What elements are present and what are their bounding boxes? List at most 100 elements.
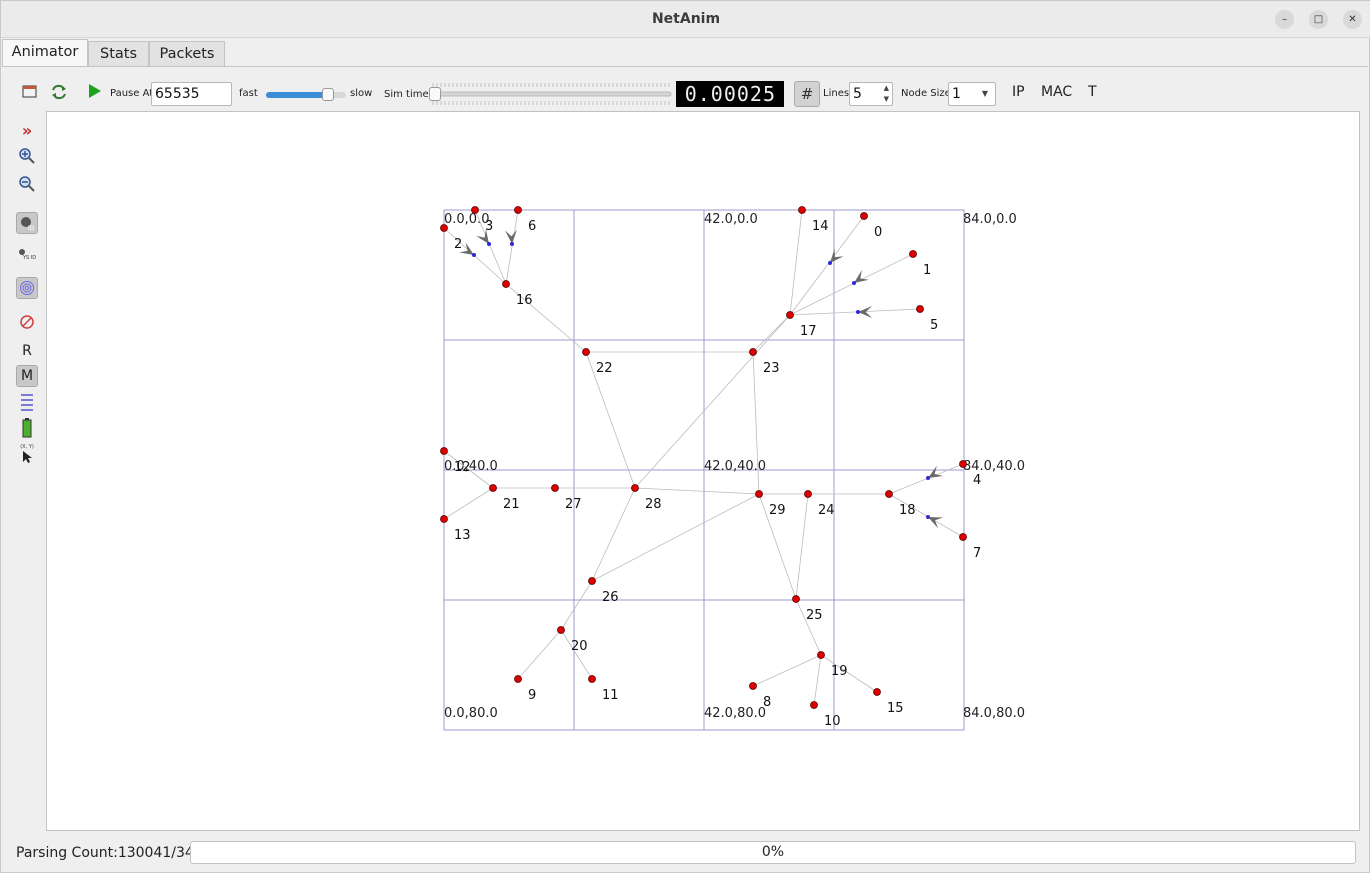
wireless-circles-icon[interactable] xyxy=(16,277,38,299)
packet-filter-icon[interactable] xyxy=(16,391,38,413)
link-line xyxy=(505,209,519,285)
node-id-toggle-icon[interactable]: ID xyxy=(16,212,38,234)
maximize-icon[interactable]: □ xyxy=(1309,10,1328,29)
node-dot xyxy=(582,348,590,356)
node-dot xyxy=(860,212,868,220)
link-line xyxy=(634,487,760,495)
tab-animator[interactable]: Animator xyxy=(2,39,88,67)
zoom-out-icon[interactable] xyxy=(16,173,38,195)
node-size-value: 1 xyxy=(952,86,961,102)
pause-at-input[interactable]: 65535 xyxy=(151,82,232,106)
progress-text: 0% xyxy=(761,844,785,860)
left-toolbar: » ID YS ID R M (X, Y) xyxy=(2,119,46,839)
link-line xyxy=(795,493,809,600)
node-label: 0 xyxy=(874,225,882,240)
link-line xyxy=(591,493,760,582)
node-label: 11 xyxy=(602,688,619,703)
grid-coordinate-label: 84.0,40.0 xyxy=(963,459,1025,474)
no-entry-icon[interactable] xyxy=(16,311,38,333)
mac-button[interactable]: MAC xyxy=(1041,84,1072,100)
ip-button[interactable]: IP xyxy=(1012,84,1025,100)
node-label: 8 xyxy=(763,695,771,710)
packet-dot xyxy=(472,253,476,257)
node-dot xyxy=(514,675,522,683)
node-label: 5 xyxy=(930,318,938,333)
node-label: 19 xyxy=(831,664,848,679)
link-line xyxy=(888,463,964,495)
grid-icon: # xyxy=(800,85,814,103)
node-dot xyxy=(959,460,967,468)
title-bar: NetAnim – □ ✕ xyxy=(1,1,1370,38)
node-label: 16 xyxy=(516,293,533,308)
link-line xyxy=(813,654,822,706)
node-dot xyxy=(588,675,596,683)
node-dot xyxy=(804,490,812,498)
system-id-icon[interactable]: YS ID xyxy=(16,243,38,265)
grid-coordinate-label: 84.0,80.0 xyxy=(963,706,1025,721)
mouse-position-icon[interactable]: (X, Y) xyxy=(16,443,38,465)
node-label: 2 xyxy=(454,237,462,252)
animation-canvas[interactable]: 0.0,0.0 42.0,0.0 84.0,0.0 0.0,40.0 42.0,40.0… xyxy=(46,111,1360,831)
expand-toolbar-icon[interactable]: » xyxy=(16,119,38,141)
node-dot xyxy=(909,250,917,258)
battery-icon[interactable] xyxy=(16,417,38,439)
node-label: 12 xyxy=(454,460,471,475)
parsing-progress-bar: 0% xyxy=(190,841,1356,864)
grid-toggle-button[interactable]: # xyxy=(794,81,820,107)
node-dot xyxy=(514,206,522,214)
node-dot xyxy=(916,305,924,313)
node-dot xyxy=(502,280,510,288)
node-size-select[interactable]: 1 ▼ xyxy=(948,82,996,106)
lines-spinbox[interactable]: 5 ▲ ▼ xyxy=(849,82,893,106)
node-label: 23 xyxy=(763,361,780,376)
status-bar: Parsing Count:130041/34 0% xyxy=(2,839,1368,869)
sim-time-handle[interactable] xyxy=(429,87,441,101)
open-file-icon[interactable] xyxy=(22,84,38,98)
tab-packets[interactable]: Packets xyxy=(149,41,225,67)
sim-time-label: Sim time xyxy=(384,89,429,100)
packet-dot xyxy=(828,261,832,265)
spin-arrows-icon[interactable]: ▲ ▼ xyxy=(884,83,889,105)
node-label: 27 xyxy=(565,497,582,512)
speed-slider-handle[interactable] xyxy=(322,88,335,101)
node-label: 17 xyxy=(800,324,817,339)
tab-stats[interactable]: Stats xyxy=(88,41,149,67)
play-icon[interactable] xyxy=(88,84,102,98)
speed-slider[interactable] xyxy=(266,88,346,101)
sim-time-slider[interactable] xyxy=(429,82,674,106)
m-button[interactable]: M xyxy=(16,365,38,387)
packet-arrow-icon xyxy=(928,517,944,529)
packet-arrow-icon xyxy=(858,306,872,318)
packet-dot xyxy=(487,242,491,246)
node-label: 18 xyxy=(899,503,916,518)
node-label: 4 xyxy=(973,473,981,488)
node-dot xyxy=(551,484,559,492)
fast-label: fast xyxy=(239,88,258,99)
t-button[interactable]: T xyxy=(1088,84,1097,100)
node-dot xyxy=(440,447,448,455)
tab-bar: Animator Stats Packets xyxy=(1,39,1370,67)
lines-value: 5 xyxy=(853,86,862,102)
node-dot xyxy=(798,206,806,214)
node-dot xyxy=(557,626,565,634)
reload-icon[interactable] xyxy=(50,83,68,101)
node-dot xyxy=(792,595,800,603)
packet-arrow-icon xyxy=(854,269,869,283)
grid-coordinate-label: 42.0,0.0 xyxy=(704,212,758,227)
node-dot xyxy=(588,577,596,585)
node-label: 29 xyxy=(769,503,786,518)
sim-time-display: 0.00025 xyxy=(676,81,784,107)
node-label: 21 xyxy=(503,497,520,512)
sim-time-ticks xyxy=(430,83,672,105)
close-icon[interactable]: ✕ xyxy=(1343,10,1362,29)
link-line xyxy=(789,209,803,316)
packet-arrow-icon xyxy=(928,465,944,478)
node-label: 10 xyxy=(824,714,841,729)
grid-coordinate-label: 0.0,80.0 xyxy=(444,706,498,721)
packet-dot xyxy=(856,310,860,314)
minimize-icon[interactable]: – xyxy=(1275,10,1294,29)
animator-pane: Pause At 65535 fast slow Sim time 0.0002… xyxy=(2,66,1368,872)
network-scene: 0.0,0.0 42.0,0.0 84.0,0.00.0,40.0 42.0,40.0… xyxy=(440,206,1025,731)
zoom-in-icon[interactable] xyxy=(16,145,38,167)
r-button[interactable]: R xyxy=(16,340,38,362)
